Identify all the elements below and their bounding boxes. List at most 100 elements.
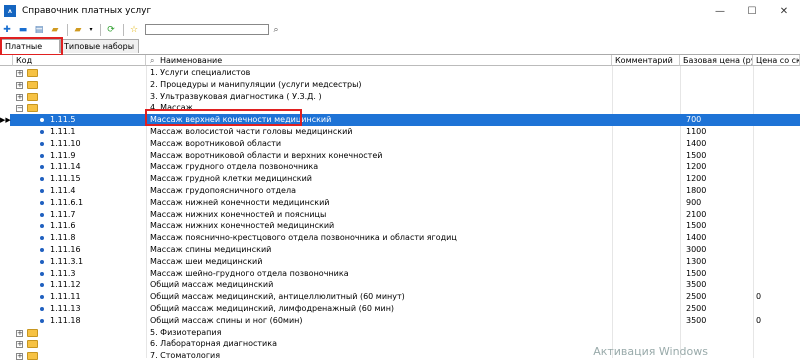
cell-discount-price [756, 91, 800, 103]
remove-icon[interactable]: ▬ [16, 23, 30, 36]
cell-name: Массаж грудопоясничного отдела [150, 186, 296, 195]
column-header-name[interactable]: Наименование [146, 55, 612, 66]
table-row[interactable]: 1.11.8 Массаж пояснично-крестцового отдел… [0, 232, 800, 244]
row-indicator [0, 244, 10, 256]
search-filter-icon: ⌕ [150, 56, 155, 65]
table-row[interactable]: ▶▶ 1.11.5 Массаж верхней конечности медици… [0, 114, 800, 127]
group-row[interactable]: +5. Физиотерапия [0, 327, 800, 339]
table-row[interactable]: 1.11.12 Общий массаж медицинский 3500 [0, 279, 800, 291]
expand-toggle-icon[interactable]: + [16, 353, 23, 361]
cell-price [686, 67, 746, 79]
cell-name: Общий массаж медицинский, антицеллюлитны… [150, 292, 405, 302]
item-bullet-icon [40, 130, 44, 134]
expand-toggle-icon[interactable]: + [16, 93, 23, 101]
cell-code [50, 338, 142, 350]
cell-comment [615, 102, 677, 114]
cell-name: Общий массаж медицинский, лимфодренажный… [150, 304, 395, 313]
cell-discount-price [756, 303, 800, 315]
cell-name: Массаж воротниковой области и верхних ко… [150, 150, 383, 160]
add-icon[interactable]: ✚ [0, 23, 14, 36]
table-row[interactable]: 1.11.4 Массаж грудопоясничного отдела 1800 [0, 185, 800, 197]
group-row[interactable]: − 4. Массаж [0, 102, 800, 114]
column-header-comment[interactable]: Комментарий [612, 55, 680, 66]
row-indicator [0, 197, 10, 209]
group-row[interactable]: +1. Услуги специалистов [0, 67, 800, 79]
table-row[interactable]: 1.11.16 Массаж спины медицинский 3000 [0, 244, 800, 256]
expand-toggle-icon[interactable]: + [16, 341, 23, 349]
expand-toggle-icon[interactable]: − [16, 105, 23, 113]
cell-price: 1800 [686, 186, 707, 195]
cell-name: 3. Ультразвуковая диагностика ( У.З.Д. ) [150, 91, 322, 101]
maximize-button[interactable]: ☐ [736, 0, 768, 22]
table-row[interactable]: 1.11.1 Массаж волосистой части головы мед… [0, 126, 800, 138]
row-indicator [0, 150, 10, 162]
export-icon[interactable]: ▰ [71, 23, 85, 36]
item-bullet-icon [40, 248, 44, 252]
item-bullet-icon [40, 118, 44, 123]
cell-discount-price [756, 150, 800, 162]
cell-price: 2100 [686, 209, 707, 219]
cell-name: Общий массаж медицинский [150, 280, 274, 290]
group-row[interactable]: +2. Процедуры и манипуляции (услуги медс… [0, 79, 800, 91]
cell-price: 1100 [686, 127, 707, 136]
group-row[interactable]: +3. Ультразвуковая диагностика ( У.З.Д. … [0, 91, 800, 103]
cell-price: 3000 [686, 245, 707, 254]
column-header-price[interactable]: Базовая цена (ру... [680, 55, 753, 66]
windows-activation-watermark: Активация Windows [593, 345, 708, 358]
row-indicator [0, 209, 10, 221]
table-row[interactable]: 1.11.9 Массаж воротниковой области и верх… [0, 150, 800, 162]
expand-toggle-icon[interactable]: + [16, 70, 23, 77]
toolbar-separator [123, 23, 124, 36]
cell-discount-price [756, 79, 800, 91]
expand-toggle-icon[interactable]: + [16, 81, 23, 89]
cell-code: 1.11.11 [50, 292, 81, 302]
table-row[interactable]: 1.11.18 Общий массаж спины и ног (60мин) 3… [0, 315, 800, 327]
cell-discount-price [756, 126, 800, 138]
cell-comment [615, 150, 677, 162]
cell-comment [615, 232, 677, 244]
cell-discount-price: 0 [756, 292, 762, 302]
tab-service-sets[interactable]: Типовые наборы услуг [60, 39, 139, 65]
item-bullet-icon [40, 212, 44, 217]
search-input[interactable] [145, 24, 269, 35]
table-row[interactable]: 1.11.14 Массаж грудного отдела позвоночни… [0, 161, 800, 173]
minimize-button[interactable]: — [704, 0, 736, 22]
cell-comment [615, 268, 677, 280]
expand-toggle-icon[interactable]: + [16, 329, 23, 337]
cell-name: 6. Лабораторная диагностика [150, 339, 277, 349]
cell-code: 1.11.8 [50, 233, 76, 243]
cell-price: 3500 [686, 280, 707, 290]
table-row[interactable]: 1.11.7 Массаж нижних конечностей и поясни… [0, 209, 800, 221]
cell-price: 1500 [686, 150, 707, 160]
table-row[interactable]: 1.11.3 Массаж шейно-грудного отдела позво… [0, 268, 800, 280]
cell-name: Массаж грудной клетки медицинский [150, 174, 312, 184]
row-indicator [0, 67, 10, 79]
tab-paid-services[interactable]: Платные услуги [1, 39, 60, 65]
cell-price [686, 327, 746, 339]
folder-icon [27, 69, 38, 77]
cell-discount-price [756, 327, 800, 339]
refresh-icon[interactable]: ⟳ [104, 23, 118, 36]
toolbar-separator [100, 23, 101, 36]
edit-icon[interactable]: ▤ [32, 23, 46, 36]
cell-price: 1400 [686, 233, 707, 243]
table-row[interactable]: 1.11.3.1 Массаж шеи медицинский 1300 [0, 256, 800, 268]
table-row[interactable]: 1.11.6.1 Массаж нижней конечности медицин… [0, 197, 800, 209]
table-row[interactable]: 1.11.10 Массаж воротниковой области 1400 [0, 138, 800, 150]
table-row[interactable]: 1.11.11 Общий массаж медицинский, антицел… [0, 291, 800, 303]
row-indicator [0, 79, 10, 91]
table-row[interactable]: 1.11.6 Массаж нижних конечностей медицинс… [0, 220, 800, 232]
cell-code: 1.11.9 [50, 150, 76, 160]
search-icon[interactable]: ⌕ [269, 23, 283, 36]
table-row[interactable]: 1.11.15 Массаж грудной клетки медицинский… [0, 173, 800, 185]
table-row[interactable]: 1.11.13 Общий массаж медицинский, лимфодр… [0, 303, 800, 315]
favorite-star-icon[interactable]: ☆ [127, 23, 141, 36]
close-button[interactable]: ✕ [768, 0, 800, 22]
row-indicator [0, 315, 10, 327]
column-header-discount-price[interactable]: Цена со скид [753, 55, 800, 66]
dropdown-arrow-icon[interactable]: ▾ [87, 23, 95, 36]
folder-open-icon[interactable]: ▰ [48, 23, 62, 36]
row-indicator [0, 173, 10, 185]
row-indicator [0, 350, 10, 362]
column-header-code[interactable]: Код [13, 55, 146, 66]
